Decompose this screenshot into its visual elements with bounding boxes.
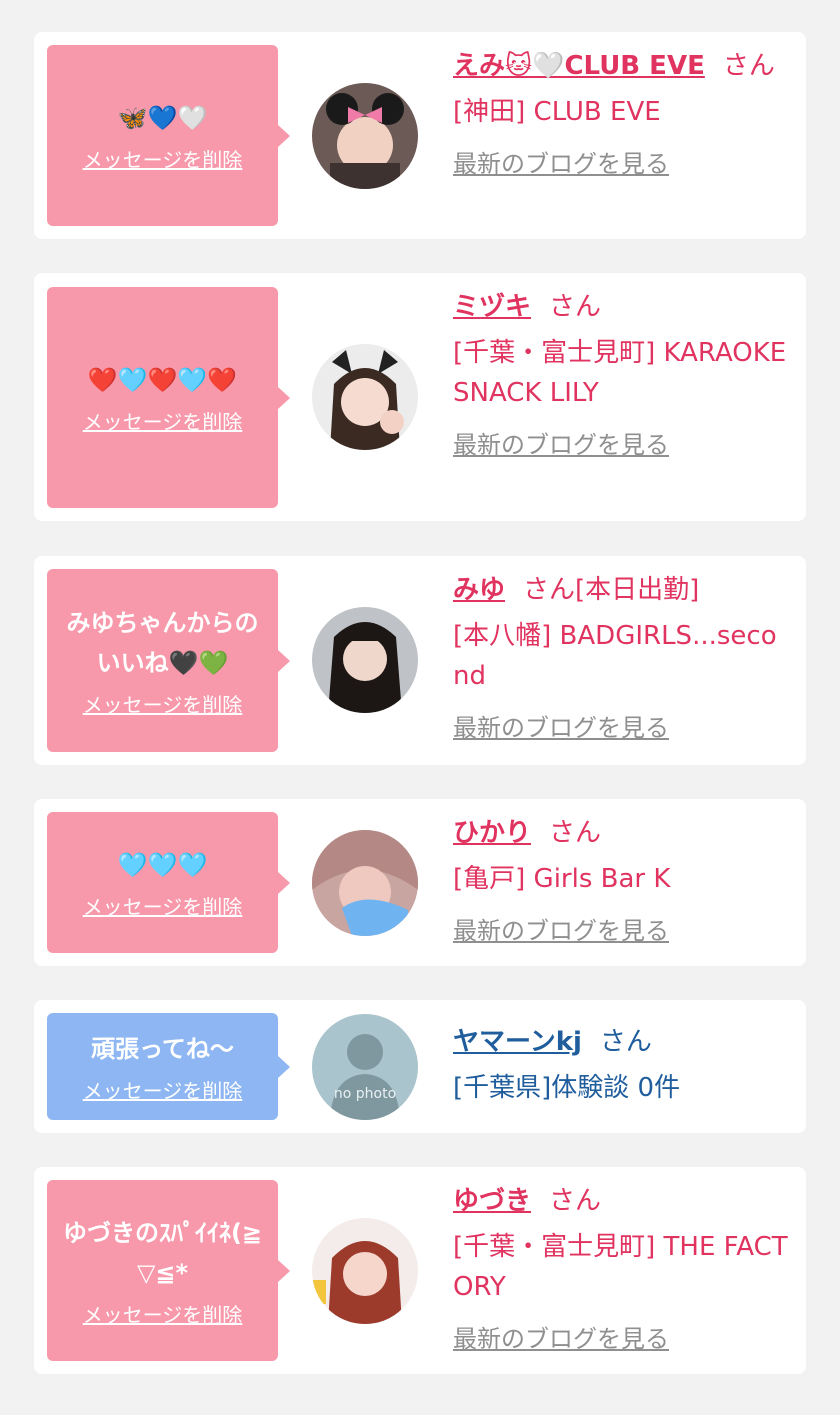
- message-text: 🦋💙🤍: [117, 104, 208, 132]
- honorific: さん: [549, 1186, 602, 1216]
- user-info: ヤマーンkj さん [千葉県]体験談 0件: [453, 1022, 793, 1108]
- delete-message-link[interactable]: メッセージを削除: [83, 1075, 243, 1104]
- message-card: 🦋💙🤍 メッセージを削除 えみ🐱🤍CLUB EVE さん [神田] CLUB EV…: [34, 32, 806, 239]
- delete-message-link[interactable]: メッセージを削除: [83, 689, 243, 718]
- shop-label: [千葉県]体験談 0件: [453, 1073, 681, 1103]
- user-info: えみ🐱🤍CLUB EVE さん [神田] CLUB EVE 最新のブログを見る: [453, 46, 793, 184]
- latest-blog-link[interactable]: 最新のブログを見る: [453, 911, 669, 951]
- avatar[interactable]: no photo: [312, 1014, 418, 1120]
- message-text: ❤️🩵❤️🩵❤️: [87, 366, 238, 394]
- honorific: さん: [549, 818, 602, 848]
- user-info: みゆ さん[本日出勤] [本八幡] BADGIRLS...second 最新のブロ…: [453, 570, 793, 748]
- message-bubble: ❤️🩵❤️🩵❤️ メッセージを削除: [47, 287, 290, 508]
- message-text: ゆづきのｽﾊﾟｲｲﾈ(≧▽≦*: [62, 1219, 263, 1287]
- avatar[interactable]: [312, 830, 418, 936]
- message-bubble: 頑張ってね〜 メッセージを削除: [47, 1013, 290, 1120]
- latest-blog-link[interactable]: 最新のブログを見る: [453, 425, 669, 465]
- no-photo-text: no photo: [334, 1086, 396, 1102]
- honorific: さん: [722, 51, 775, 81]
- user-name-link[interactable]: みゆ: [453, 575, 505, 605]
- message-card: 頑張ってね〜 メッセージを削除 no photo ヤマーンkj さん [千葉県]体…: [34, 1000, 806, 1133]
- user-name-link[interactable]: ミヅキ: [453, 292, 531, 322]
- message-bubble: 🩵🩵🩵 メッセージを削除: [47, 812, 290, 953]
- shop-label: [亀戸] Girls Bar K: [453, 864, 671, 894]
- latest-blog-link[interactable]: 最新のブログを見る: [453, 1319, 669, 1359]
- user-info: ミヅキ さん [千葉・富士見町] KARAOKE SNACK LILY 最新のブロ…: [453, 287, 793, 465]
- honorific: さん: [599, 1027, 652, 1057]
- shop-label: [神田] CLUB EVE: [453, 97, 661, 127]
- latest-blog-link[interactable]: 最新のブログを見る: [453, 144, 669, 184]
- message-card: みゆちゃんからのいいね🖤💚 メッセージを削除 みゆ さん[本日出勤] [本八幡] …: [34, 556, 806, 765]
- user-name-link[interactable]: ゆづき: [453, 1186, 531, 1216]
- shop-label: [本八幡] BADGIRLS...second: [453, 621, 777, 691]
- user-info: ひかり さん [亀戸] Girls Bar K 最新のブログを見る: [453, 813, 793, 951]
- user-name-link[interactable]: えみ🐱🤍CLUB EVE: [453, 51, 705, 81]
- latest-blog-link[interactable]: 最新のブログを見る: [453, 708, 669, 748]
- shop-label: [千葉・富士見町] THE FACTORY: [453, 1232, 788, 1302]
- honorific: さん[本日出勤]: [523, 575, 700, 605]
- delete-message-link[interactable]: メッセージを削除: [83, 144, 243, 173]
- delete-message-link[interactable]: メッセージを削除: [83, 1299, 243, 1328]
- message-list: 🦋💙🤍 メッセージを削除 えみ🐱🤍CLUB EVE さん [神田] CLUB EV…: [0, 0, 840, 1415]
- message-card: ❤️🩵❤️🩵❤️ メッセージを削除 ミヅキ さん [千葉・富士見町] KARAOK…: [34, 273, 806, 521]
- avatar[interactable]: [312, 344, 418, 450]
- avatar[interactable]: [312, 1218, 418, 1324]
- message-card: 🩵🩵🩵 メッセージを削除 ひかり さん [亀戸] Girls Bar K 最新のブ…: [34, 799, 806, 966]
- delete-message-link[interactable]: メッセージを削除: [83, 406, 243, 435]
- message-bubble: 🦋💙🤍 メッセージを削除: [47, 45, 290, 226]
- user-info: ゆづき さん [千葉・富士見町] THE FACTORY 最新のブログを見る: [453, 1181, 793, 1359]
- avatar[interactable]: [312, 83, 418, 189]
- delete-message-link[interactable]: メッセージを削除: [83, 891, 243, 920]
- shop-label: [千葉・富士見町] KARAOKE SNACK LILY: [453, 338, 787, 408]
- avatar[interactable]: [312, 607, 418, 713]
- message-text: 頑張ってね〜: [91, 1035, 234, 1063]
- user-name-link[interactable]: ヤマーンkj: [453, 1027, 582, 1057]
- user-name-link[interactable]: ひかり: [453, 818, 531, 848]
- message-bubble: ゆづきのｽﾊﾟｲｲﾈ(≧▽≦* メッセージを削除: [47, 1180, 290, 1361]
- message-text: 🩵🩵🩵: [117, 851, 208, 879]
- message-bubble: みゆちゃんからのいいね🖤💚 メッセージを削除: [47, 569, 290, 752]
- honorific: さん: [549, 292, 602, 322]
- message-card: ゆづきのｽﾊﾟｲｲﾈ(≧▽≦* メッセージを削除 ゆづき さん [千葉・富士見町]…: [34, 1167, 806, 1374]
- message-text: みゆちゃんからのいいね🖤💚: [66, 609, 259, 677]
